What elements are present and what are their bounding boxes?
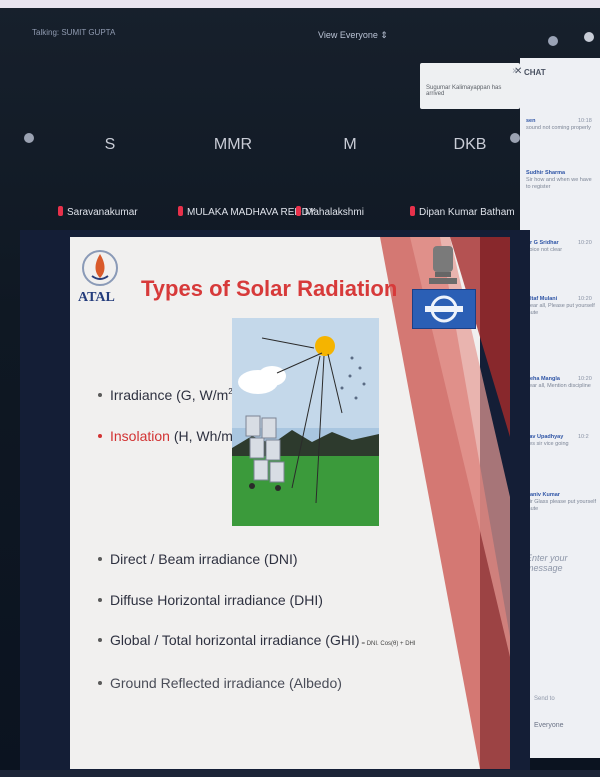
mic-muted-icon [296, 206, 301, 216]
mic-muted-icon [410, 206, 415, 216]
mic-muted-icon [178, 206, 183, 216]
participant-tile[interactable]: MMR [203, 115, 263, 175]
chat-message: Sudhir Sharma Sir how and when we have t… [526, 170, 592, 190]
chat-message: Dr G Sridhar 10:20 Voice not clear [526, 240, 592, 253]
national-emblem-icon [429, 246, 457, 284]
participant-initials: MMR [213, 136, 253, 153]
participant-initials: S [104, 136, 116, 153]
top-right-controls [548, 32, 598, 50]
settings-icon[interactable] [584, 32, 594, 42]
participant-name: Saravanakumar [58, 206, 138, 218]
meeting-app: Talking: SUMIT GUPTA View Everyone ⇕ S M… [0, 0, 600, 777]
chat-panel: ✕ CHAT sen 10:18 sound not coming properl… [514, 58, 600, 758]
participant-initials: DKB [453, 136, 487, 153]
slide-bullet: Ground Reflected irradiance (Albedo) [98, 675, 342, 691]
participant-name: Dipan Kumar Batham [410, 206, 515, 218]
arrival-notification: Sugumar Kalimayappan has arrived [420, 63, 520, 109]
partner-logo [412, 289, 476, 329]
participants-icon[interactable] [548, 36, 558, 46]
send-to-select[interactable]: Everyone [534, 722, 564, 729]
participant-name: Mahalakshmi [296, 206, 364, 218]
atal-logo-text: ATAL [78, 290, 115, 305]
mic-muted-icon [58, 206, 63, 216]
chat-message: Neha Mangla 10:20 dear all, Mention disci… [526, 376, 592, 389]
participant-tile[interactable]: M [320, 115, 380, 175]
slide-bullet: Diffuse Horizontal irradiance (DHI) [98, 592, 323, 608]
slide-bullet: Global / Total horizontal irradiance (GH… [98, 632, 416, 648]
participant-names: Saravanakumar MULAKA MADHAVA REDDY Mahal… [0, 206, 530, 226]
participant-tile[interactable]: S [80, 115, 140, 175]
slide-bullet: Insolation (H, Wh/m2) [98, 428, 242, 444]
chat-message: sen 10:18 sound not coming properly [526, 118, 592, 131]
chat-message: Lav Upadhyay 10:2 Yes sir vice going [526, 434, 589, 447]
participant-name: MULAKA MADHAVA REDDY [178, 206, 316, 218]
participant-strip: S MMR M DKB [20, 115, 520, 175]
top-strip [0, 0, 600, 8]
chat-message-input[interactable]: Enter your message [526, 553, 600, 573]
close-chat-icon[interactable]: ✕ [514, 66, 522, 77]
slide-bullet: Irradiance (G, W/m2) [98, 387, 237, 403]
prev-participants-icon[interactable] [24, 133, 34, 143]
participant-initials: M [343, 136, 357, 153]
institute-logo-icon [425, 295, 463, 323]
chevron-updown-icon: ⇕ [380, 30, 388, 40]
view-label: View Everyone [318, 30, 378, 40]
next-participants-icon[interactable] [510, 133, 520, 143]
taskbar [0, 770, 600, 777]
solar-radiation-diagram [232, 318, 379, 526]
participant-tile[interactable]: DKB [440, 115, 500, 175]
slide-bullet: Direct / Beam irradiance (DNI) [98, 551, 298, 567]
chat-title: CHAT [524, 68, 546, 77]
talking-indicator: Talking: SUMIT GUPTA [32, 28, 116, 37]
chat-message: Altaf Mulani 10:20 Dear all, Please put y… [526, 296, 595, 316]
send-to-label: Send to [534, 696, 555, 702]
view-everyone-button[interactable]: View Everyone ⇕ [318, 30, 388, 41]
chat-message: Daniv Kumar Sir Glass please put yoursel… [526, 492, 597, 512]
slide-title: Types of Solar Radiation [141, 276, 398, 301]
